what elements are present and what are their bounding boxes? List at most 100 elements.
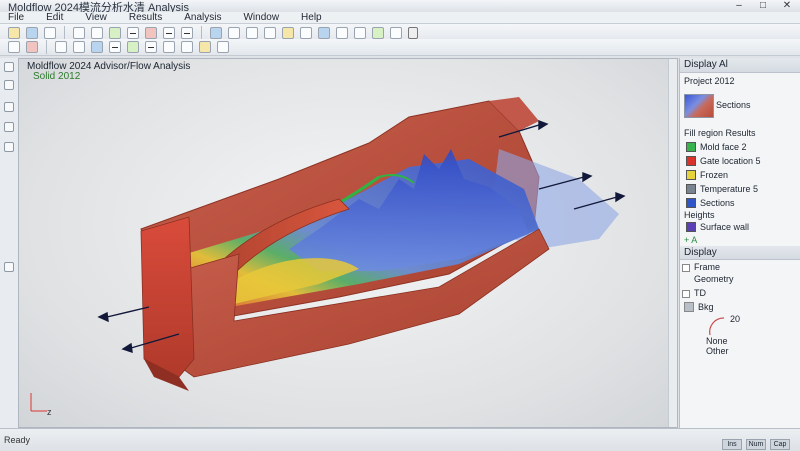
menu-file[interactable]: File: [8, 12, 24, 23]
section2-label: Display: [684, 247, 717, 258]
gauge-label-other: Other: [706, 346, 729, 356]
thumb-label: Sections: [716, 100, 751, 110]
thin-line-icon[interactable]: [163, 27, 175, 39]
menu-window[interactable]: Window: [243, 12, 279, 23]
redo-icon[interactable]: [91, 27, 103, 39]
frame-item: Frame: [694, 262, 721, 272]
maximize-button[interactable]: □: [756, 0, 770, 11]
toolbar-separator: [64, 26, 65, 40]
panel-header-label: Display Al: [684, 59, 728, 70]
legend-swatch-blue: [686, 198, 696, 208]
bkg-swatch[interactable]: [684, 302, 694, 312]
save-icon[interactable]: [44, 27, 56, 39]
thick-line-icon[interactable]: [181, 27, 193, 39]
display-section-header: Display: [680, 246, 800, 260]
axis-label: z: [47, 407, 52, 417]
report-icon[interactable]: [181, 41, 193, 53]
menu-edit[interactable]: Edit: [46, 12, 63, 23]
add-button[interactable]: + A: [684, 235, 697, 245]
sketch-tool-icon[interactable]: [4, 80, 14, 90]
legend-swatch-gray: [686, 184, 696, 194]
legend-item: Frozen: [700, 170, 729, 180]
window-controls: – □ ✕: [732, 0, 794, 11]
camera-icon[interactable]: [217, 41, 229, 53]
ruler-icon[interactable]: [390, 27, 402, 39]
zoom-in-icon[interactable]: [246, 27, 258, 39]
legend-item: Mold face 2: [700, 142, 747, 152]
node-icon[interactable]: [55, 41, 67, 53]
mesh-icon[interactable]: [109, 27, 121, 39]
legend-item: Sections: [700, 198, 735, 208]
td-item: TD: [694, 288, 706, 298]
mold-left-end: [140, 216, 195, 378]
model-thumbnail[interactable]: [684, 94, 714, 118]
grid-icon[interactable]: [336, 27, 348, 39]
pan-icon[interactable]: [228, 27, 240, 39]
legend-swatch-green: [686, 142, 696, 152]
animate-icon[interactable]: [199, 41, 211, 53]
panel-header: Display Al: [680, 58, 800, 73]
new-file-icon[interactable]: [8, 27, 20, 39]
td-checkbox[interactable]: [682, 290, 690, 298]
close-button[interactable]: ✕: [780, 0, 794, 11]
fit-view-icon[interactable]: [282, 27, 294, 39]
properties-icon[interactable]: [354, 27, 366, 39]
gauge-value: 20: [730, 314, 741, 324]
legend-swatch-yellow: [686, 170, 696, 180]
measure-tool-icon[interactable]: [4, 122, 14, 132]
settings-tool-icon[interactable]: [4, 262, 14, 272]
minimize-button[interactable]: –: [732, 0, 746, 11]
status-indicators: Ins Num Cap: [722, 439, 790, 450]
legend-item: Temperature 5: [700, 184, 759, 194]
dropdown-arrow-icon[interactable]: [408, 27, 418, 39]
toolbar-separator: [46, 40, 47, 54]
height-item: Surface wall: [700, 222, 750, 232]
model-label: Project 2012: [684, 76, 735, 86]
rotate-icon[interactable]: [210, 27, 222, 39]
search-icon[interactable]: [300, 27, 312, 39]
color-map-icon[interactable]: [318, 27, 330, 39]
menu-results[interactable]: Results: [129, 12, 162, 23]
frame-checkbox[interactable]: [682, 264, 690, 272]
menu-bar: File Edit View Results Analysis Window H…: [0, 12, 800, 24]
menu-view[interactable]: View: [85, 12, 107, 23]
undo-icon[interactable]: [73, 27, 85, 39]
pen-tool-icon[interactable]: [4, 102, 14, 112]
table-icon[interactable]: [163, 41, 175, 53]
toolbar-separator: [201, 26, 202, 40]
heights-label: Heights: [684, 210, 715, 220]
left-toolbar: [0, 58, 19, 428]
status-ins: Ins: [722, 439, 742, 450]
secondary-toolbar: [0, 39, 800, 56]
results-icon[interactable]: [127, 41, 139, 53]
status-cap: Cap: [770, 439, 790, 450]
probe-tool-icon[interactable]: [4, 142, 14, 152]
edge-icon[interactable]: [73, 41, 85, 53]
plot-line-icon[interactable]: [145, 41, 157, 53]
status-num: Num: [746, 439, 766, 450]
legend-item: Gate location 5: [700, 156, 761, 166]
status-text: Ready: [4, 435, 31, 445]
display-panel: Display Al Project 2012 Sections Fill re…: [679, 58, 800, 438]
zoom-out-icon[interactable]: [264, 27, 276, 39]
arrow-tool-icon[interactable]: [4, 62, 14, 72]
open-folder-icon[interactable]: [26, 27, 38, 39]
line-style-icon[interactable]: [127, 27, 139, 39]
surface-swatch[interactable]: [686, 222, 696, 232]
geometry-item: Geometry: [694, 274, 734, 284]
legend-title: Fill region Results: [684, 128, 756, 138]
viewport-scrollbar[interactable]: [668, 59, 677, 427]
pin-icon[interactable]: [26, 41, 38, 53]
mold-model[interactable]: [19, 59, 669, 428]
model-viewport[interactable]: Moldflow 2024 Advisor/Flow Analysis Soli…: [18, 58, 678, 428]
status-bar: Ready Ins Num Cap: [0, 428, 800, 451]
gauge-label-none: None: [706, 336, 728, 346]
menu-help[interactable]: Help: [301, 12, 322, 23]
menu-analysis[interactable]: Analysis: [184, 12, 221, 23]
legend-swatch-red: [686, 156, 696, 166]
layers-icon[interactable]: [372, 27, 384, 39]
pointer-icon[interactable]: [8, 41, 20, 53]
divider-line-icon[interactable]: [109, 41, 121, 53]
face-icon[interactable]: [91, 41, 103, 53]
select-tool-icon[interactable]: [145, 27, 157, 39]
